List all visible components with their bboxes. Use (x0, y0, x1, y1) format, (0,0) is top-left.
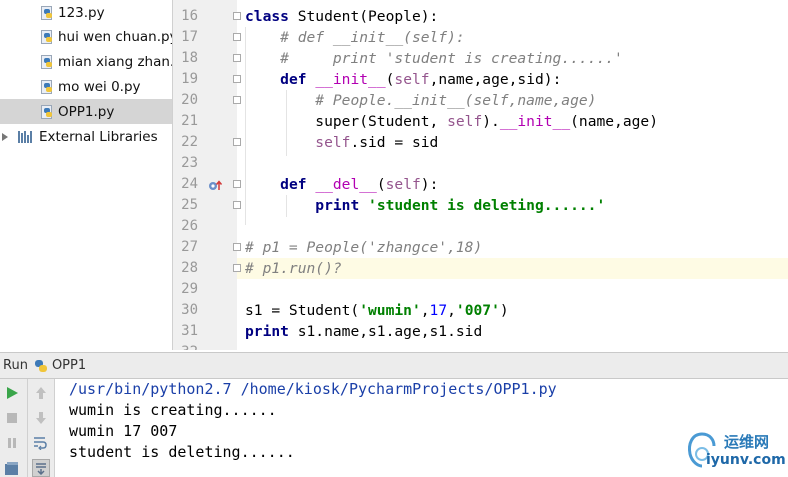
run-config-name[interactable]: OPP1 (52, 358, 86, 373)
watermark-url: iyunv.com (706, 452, 786, 468)
tree-file-hui-wen-chuan[interactable]: hui wen chuan.py (40, 24, 172, 49)
dump-threads-button[interactable] (3, 459, 21, 477)
code-line: # print 'student is creating......' (280, 50, 623, 67)
console-output-line: wumin is creating...... (69, 401, 277, 419)
arrow-down-icon (36, 412, 46, 424)
soft-wrap-icon (34, 437, 47, 450)
python-file-icon (40, 104, 54, 119)
scroll-down-button[interactable] (32, 409, 50, 427)
python-config-icon (34, 359, 48, 373)
line-number: 27 (181, 239, 198, 255)
line-number: 21 (181, 113, 198, 129)
code-line: class Student(People): (245, 8, 439, 25)
line-number: 22 (181, 134, 198, 150)
arrow-up-icon (36, 387, 46, 399)
line-number: 18 (181, 50, 198, 66)
tree-external-libraries[interactable]: External Libraries (0, 124, 172, 149)
pause-button[interactable] (3, 434, 21, 452)
watermark-text: 运维网 (724, 433, 770, 451)
python-file-icon (40, 5, 54, 20)
watermark: 运维网 iyunv.com (684, 428, 786, 474)
run-toolbar-secondary (28, 379, 55, 477)
dump-icon (5, 462, 18, 475)
scroll-to-end-icon (36, 463, 46, 475)
tree-file-mian-xiang-zhan[interactable]: mian xiang zhan.py (40, 49, 172, 74)
line-number: 29 (181, 281, 198, 297)
code-line: print 'student is deleting......' (315, 197, 606, 214)
fold-marker-icon[interactable] (233, 75, 241, 83)
line-number: 31 (181, 323, 198, 339)
scroll-up-button[interactable] (32, 384, 50, 402)
python-file-icon (40, 54, 54, 69)
project-tree: 123.py hui wen chuan.py mian xiang zhan.… (0, 0, 172, 350)
fold-marker-icon[interactable] (233, 201, 241, 209)
line-number: 19 (181, 71, 198, 87)
line-number: 16 (181, 8, 198, 24)
code-line: s1 = Student('wumin',17,'007') (245, 302, 509, 319)
line-number: 26 (181, 218, 198, 234)
tree-file-123[interactable]: 123.py (40, 0, 172, 25)
code-line: # People.__init__(self,name,age) (315, 92, 597, 109)
code-line: # def __init__(self): (280, 29, 465, 46)
line-number: 23 (181, 155, 198, 171)
fold-marker-icon[interactable] (233, 12, 241, 20)
fold-marker-icon[interactable] (233, 96, 241, 104)
soft-wrap-button[interactable] (32, 434, 50, 452)
fold-marker-icon[interactable] (233, 264, 241, 272)
stop-icon (7, 413, 17, 423)
line-number: 32 (176, 342, 198, 350)
libraries-icon (18, 130, 34, 143)
run-tab-label[interactable]: Run (3, 358, 28, 373)
code-line: # p1.run()? (245, 260, 342, 277)
fold-marker-icon[interactable] (233, 54, 241, 62)
stop-button[interactable] (3, 409, 21, 427)
code-line: # p1 = People('zhangce',18) (245, 239, 483, 256)
code-line: def __init__(self,name,age,sid): (280, 71, 562, 88)
scroll-to-end-button[interactable] (32, 459, 50, 477)
override-method-icon[interactable] (208, 179, 222, 191)
line-number: 20 (181, 92, 198, 108)
external-libraries-label: External Libraries (39, 128, 158, 145)
console-output-line: wumin 17 007 (69, 422, 178, 440)
line-number: 25 (181, 197, 198, 213)
code-line: self.sid = sid (315, 134, 439, 151)
line-number: 17 (181, 29, 198, 45)
tree-file-mo-wei-0[interactable]: mo wei 0.py (40, 74, 172, 99)
pause-icon (8, 438, 16, 448)
tree-file-label: mian xiang zhan.py (58, 53, 172, 70)
console-command-line: /usr/bin/python2.7 /home/kiosk/PycharmPr… (69, 380, 557, 398)
line-number: 30 (181, 302, 198, 318)
run-panel-header: Run OPP1 (0, 352, 788, 379)
run-toolbar-primary (0, 379, 28, 477)
fold-marker-icon[interactable] (233, 138, 241, 146)
tree-file-label: mo wei 0.py (58, 78, 141, 95)
line-number: 24 (181, 176, 198, 192)
tree-file-label: hui wen chuan.py (58, 28, 172, 45)
expand-arrow-icon[interactable] (2, 132, 8, 141)
code-line: super(Student, self).__init__(name,age) (245, 113, 658, 130)
tree-file-opp1[interactable]: OPP1.py (0, 99, 172, 124)
python-file-icon (40, 29, 54, 44)
code-line: def __del__(self): (280, 176, 439, 193)
fold-marker-icon[interactable] (233, 33, 241, 41)
play-icon (7, 387, 18, 399)
python-file-icon (40, 79, 54, 94)
tree-file-label: OPP1.py (58, 103, 115, 120)
tree-file-label: 123.py (58, 4, 105, 21)
fold-marker-icon[interactable] (233, 243, 241, 251)
console-output-line: student is deleting...... (69, 443, 295, 461)
code-line: print s1.name,s1.age,s1.sid (245, 323, 483, 340)
fold-marker-icon[interactable] (233, 180, 241, 188)
rerun-button[interactable] (3, 384, 21, 402)
line-number: 28 (181, 260, 198, 276)
